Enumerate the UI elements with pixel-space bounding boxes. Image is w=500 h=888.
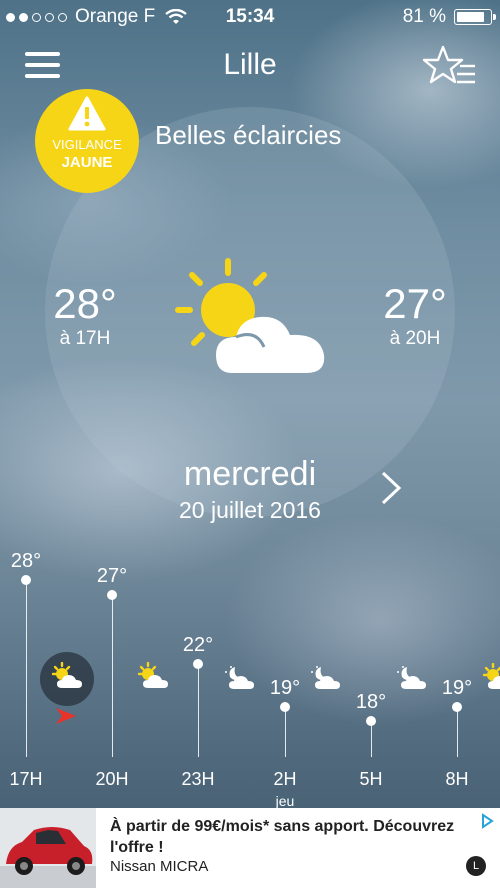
timeline-dot xyxy=(280,702,290,712)
sun-cloud-icon[interactable] xyxy=(50,662,84,690)
timeline-day-label: jeu xyxy=(275,793,295,809)
timeline-temp: 27° xyxy=(96,565,128,587)
condition-text: Belles éclaircies xyxy=(155,120,342,150)
car-image xyxy=(0,808,96,888)
timeline-hour[interactable]: 8H xyxy=(427,769,487,790)
timeline-dot xyxy=(366,716,376,726)
moon-cloud-icon[interactable] xyxy=(222,663,256,691)
sun-cloud-icon[interactable] xyxy=(481,663,500,691)
timeline-line xyxy=(371,721,372,757)
current-hour-arrow-icon xyxy=(56,708,76,724)
day-name: mercredi xyxy=(183,455,317,493)
timeline-line xyxy=(285,707,286,757)
max-temp-time: à 20H xyxy=(389,328,441,349)
ad-headline[interactable]: À partir de 99€/mois* sans apport. Décou… xyxy=(110,816,480,858)
timeline-line xyxy=(112,595,113,757)
timeline-temp: 28° xyxy=(10,550,42,572)
timeline-line xyxy=(198,664,199,757)
timeline-dot xyxy=(193,659,203,669)
timeline-dot xyxy=(452,702,462,712)
ad-banner[interactable]: À partir de 99€/mois* sans apport. Décou… xyxy=(0,808,500,888)
timeline-temp: 19° xyxy=(441,677,473,699)
next-day-chevron-icon[interactable] xyxy=(378,470,404,506)
vigilance-label: VIGILANCE xyxy=(52,137,122,152)
battery-icon xyxy=(454,9,496,25)
timeline-hour[interactable]: 2H xyxy=(255,769,315,790)
timeline-line xyxy=(26,580,27,757)
max-temp: 27° xyxy=(383,280,447,327)
favorites-star-icon[interactable] xyxy=(423,44,477,86)
timeline-hour[interactable]: 20H xyxy=(82,769,142,790)
vigilance-level: JAUNE xyxy=(61,154,113,171)
timeline-dot xyxy=(107,590,117,600)
timeline-hour[interactable]: 17H xyxy=(0,769,56,790)
timeline-temp: 19° xyxy=(269,677,301,699)
timeline-line xyxy=(457,707,458,757)
sun-cloud-icon[interactable] xyxy=(136,662,170,690)
warning-icon xyxy=(68,96,106,131)
timeline-temp: 18° xyxy=(355,691,387,713)
ad-brand: Nissan MICRA xyxy=(110,858,209,875)
adchoices-icon[interactable] xyxy=(478,812,496,830)
moon-cloud-icon[interactable] xyxy=(394,663,428,691)
battery-percent: 81 % xyxy=(402,6,446,27)
full-date: 20 juillet 2016 xyxy=(179,497,321,523)
timeline-hour[interactable]: 23H xyxy=(168,769,228,790)
min-temp: 28° xyxy=(53,280,117,327)
vigilance-badge[interactable]: VIGILANCE JAUNE xyxy=(35,89,139,193)
timeline-temp: 22° xyxy=(182,634,214,656)
timeline-dot xyxy=(21,575,31,585)
min-temp-time: à 17H xyxy=(59,328,111,349)
sun-cloud-icon xyxy=(175,258,325,373)
ad-badge[interactable]: L xyxy=(466,856,486,876)
moon-cloud-icon[interactable] xyxy=(308,663,342,691)
timeline-hour[interactable]: 5H xyxy=(341,769,401,790)
status-bar: Orange F 15:34 81 % xyxy=(0,0,500,34)
